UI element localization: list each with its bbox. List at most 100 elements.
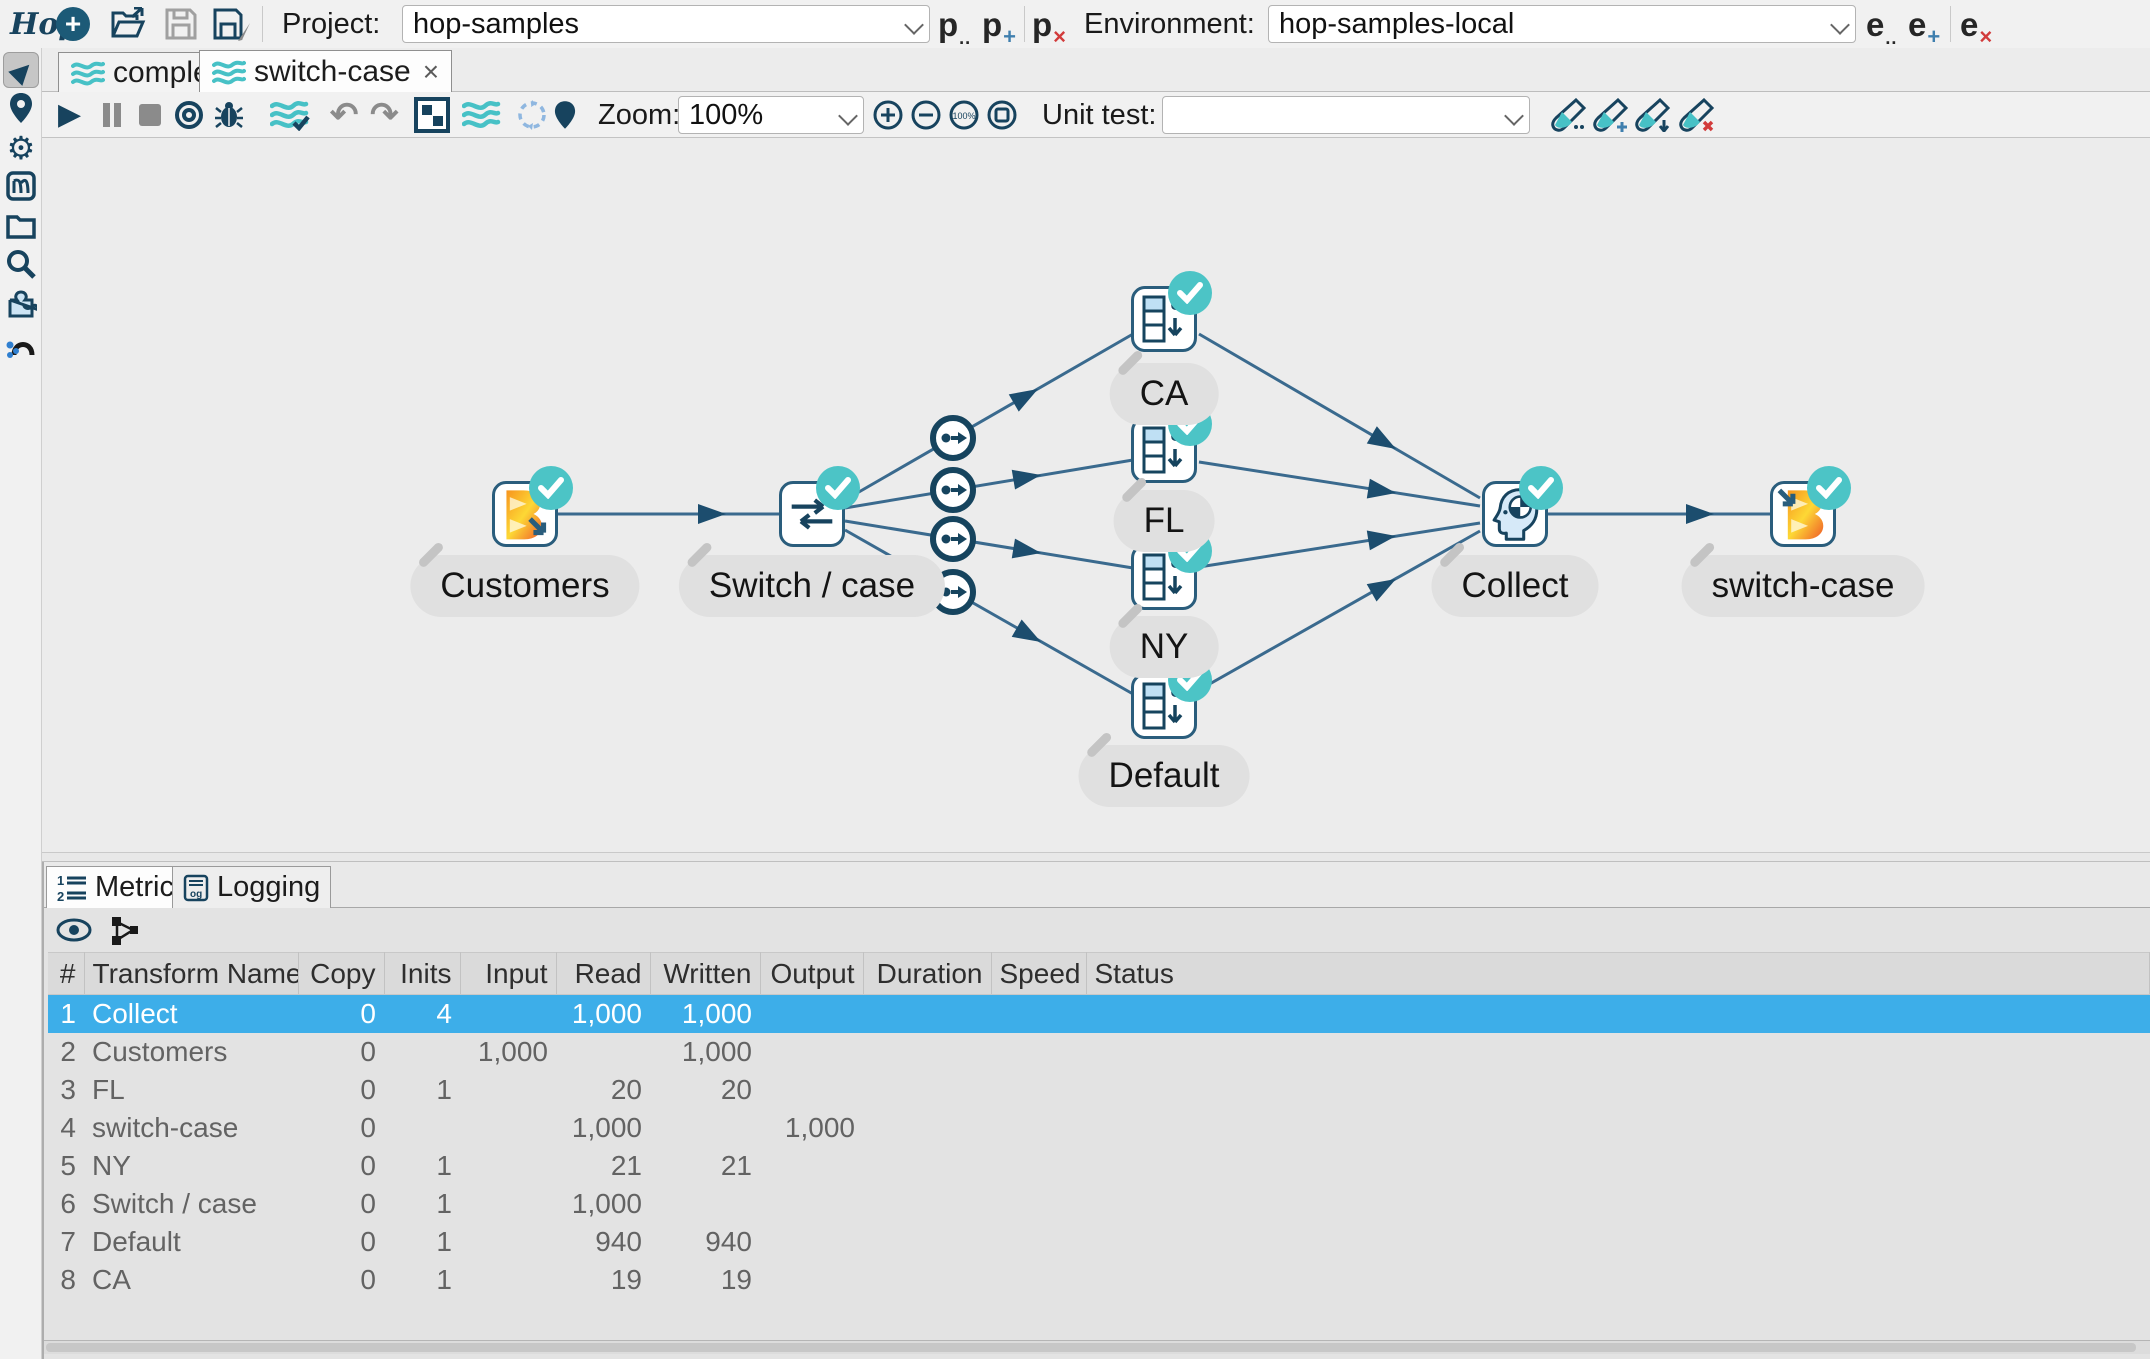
stop-button[interactable] [138, 92, 162, 138]
table-row[interactable]: 5 NY 0 1 21 21 [48, 1147, 2150, 1185]
unit-test-select[interactable] [1162, 92, 1530, 138]
refresh-button[interactable] [516, 92, 548, 138]
node-label-ny[interactable]: NY [1109, 602, 1219, 678]
switch-target-hop-icon[interactable] [933, 470, 973, 510]
close-icon[interactable]: × [423, 56, 439, 88]
results-panel-icon [414, 97, 450, 133]
transform-node-ny[interactable]: c [1131, 529, 1212, 610]
environment-edit-button[interactable]: e.. [1866, 0, 1896, 48]
node-label-switch-case-output[interactable]: switch-case [1681, 541, 1925, 617]
new-button[interactable]: + [56, 0, 90, 48]
col-header-copy[interactable]: Copy [298, 952, 385, 995]
plugins-perspective-button[interactable] [3, 286, 39, 322]
col-header-speed[interactable]: Speed [991, 952, 1087, 995]
undo-button[interactable]: ↶ [330, 92, 359, 138]
transform-node-customers[interactable] [492, 466, 573, 547]
col-header-status[interactable]: Status [1086, 952, 2150, 995]
project-delete-button[interactable]: p× [1032, 0, 1066, 48]
environment-delete-button[interactable]: e× [1960, 0, 1992, 48]
pointer-tool-button[interactable]: ▶ [3, 52, 39, 88]
col-header-output[interactable]: Output [760, 952, 864, 995]
table-row[interactable]: 2 Customers 0 1,000 1,000 [48, 1033, 2150, 1071]
panel-resize-sash[interactable] [42, 852, 2150, 862]
metadata-perspective-button[interactable] [3, 168, 39, 204]
unit-test-detach-button[interactable] [1634, 92, 1672, 138]
node-label-text: FL [1143, 501, 1185, 540]
col-header-duration[interactable]: Duration [863, 952, 992, 995]
table-row[interactable]: 3 FL 0 1 20 20 [48, 1071, 2150, 1109]
save-as-button[interactable] [212, 0, 252, 48]
environment-add-button[interactable]: e+ [1908, 0, 1940, 48]
redo-button[interactable]: ↷ [370, 92, 399, 138]
data-orchestration-perspective-button[interactable] [3, 90, 39, 126]
transform-node-ca[interactable]: c [1131, 271, 1212, 352]
table-row[interactable]: 6 Switch / case 0 1 1,000 [48, 1185, 2150, 1223]
project-add-button[interactable]: p+ [982, 0, 1016, 48]
table-cell [991, 1033, 1086, 1071]
transform-node-switch-case[interactable] [779, 466, 860, 547]
project-select[interactable]: hop-samples [402, 0, 930, 48]
table-row[interactable]: 1 Collect 0 4 1,000 1,000 [48, 994, 2150, 1033]
transform-node-fl[interactable]: c [1131, 402, 1212, 483]
col-header-read[interactable]: Read [556, 952, 651, 995]
test-tube-edit-icon [1551, 98, 1587, 132]
tab-logging[interactable]: og Logging [172, 866, 332, 908]
node-label-ca[interactable]: CA [1109, 349, 1219, 425]
switch-target-hop-icon[interactable] [933, 519, 973, 559]
debug-button[interactable] [214, 92, 244, 138]
transform-node-default[interactable]: c [1131, 658, 1212, 739]
tab-switch-case[interactable]: switch-case × [199, 50, 453, 92]
table-row[interactable]: 7 Default 0 1 940 940 [48, 1223, 2150, 1261]
node-label-switch-case[interactable]: Switch / case [678, 541, 946, 617]
col-header-written[interactable]: Written [650, 952, 761, 995]
table-cell [991, 1071, 1086, 1109]
environment-select[interactable]: hop-samples-local [1268, 0, 1856, 48]
zoom-fit-icon [987, 100, 1017, 130]
unit-test-delete-button[interactable] [1678, 92, 1716, 138]
stop-icon [139, 104, 161, 126]
neo4j-perspective-button[interactable] [3, 326, 39, 362]
show-hide-results-button[interactable] [56, 918, 92, 942]
file-explorer-perspective-button[interactable] [3, 208, 39, 244]
switch-target-hop-icon[interactable] [933, 418, 973, 458]
table-row[interactable]: 4 switch-case 0 1,000 1,000 [48, 1109, 2150, 1147]
col-header-inits[interactable]: Inits [384, 952, 461, 995]
search-perspective-button[interactable] [3, 246, 39, 282]
view-topology-button[interactable] [110, 915, 140, 945]
save-button[interactable] [164, 0, 198, 48]
col-header-input[interactable]: Input [460, 952, 557, 995]
node-label-fl[interactable]: FL [1113, 476, 1215, 552]
unit-test-edit-button[interactable] [1550, 92, 1588, 138]
pause-button[interactable] [102, 92, 122, 138]
transform-node-collect[interactable] [1482, 466, 1563, 547]
configuration-perspective-button[interactable]: ⚙ [3, 130, 39, 166]
col-header-name[interactable]: Transform Name [84, 952, 299, 995]
table-cell [760, 1147, 863, 1185]
node-label-customers[interactable]: Customers [410, 541, 640, 617]
check-pipeline-button[interactable] [270, 92, 310, 138]
pipeline-canvas[interactable]: c c c [42, 138, 2150, 852]
zoom-in-button[interactable] [872, 92, 904, 138]
pin-button[interactable] [554, 92, 576, 138]
horizontal-scrollbar[interactable] [44, 1340, 2150, 1354]
open-button[interactable] [110, 0, 148, 48]
zoom-fit-button[interactable] [986, 92, 1018, 138]
show-results-button[interactable] [414, 92, 450, 138]
node-label-default[interactable]: Default [1078, 731, 1250, 807]
zoom-100-button[interactable]: 100% [948, 92, 980, 138]
scrollbar-thumb[interactable] [46, 1343, 2136, 1352]
svg-text:2: 2 [57, 889, 64, 902]
zoom-100-icon: 100% [949, 100, 979, 130]
zoom-out-button[interactable] [910, 92, 942, 138]
table-row[interactable]: 8 CA 0 1 19 19 [48, 1261, 2150, 1299]
run-button[interactable]: ▶ [58, 92, 81, 138]
preview-button[interactable] [174, 92, 204, 138]
zoom-select[interactable]: 100% [678, 92, 864, 138]
transform-node-switch-case-output[interactable] [1770, 466, 1851, 547]
col-header-num[interactable]: # [48, 952, 85, 995]
node-label-collect[interactable]: Collect [1431, 541, 1599, 617]
logging-icon: og [183, 874, 209, 901]
unit-test-add-button[interactable] [1592, 92, 1630, 138]
project-edit-button[interactable]: p.. [938, 0, 970, 48]
pipeline-button[interactable] [462, 92, 502, 138]
